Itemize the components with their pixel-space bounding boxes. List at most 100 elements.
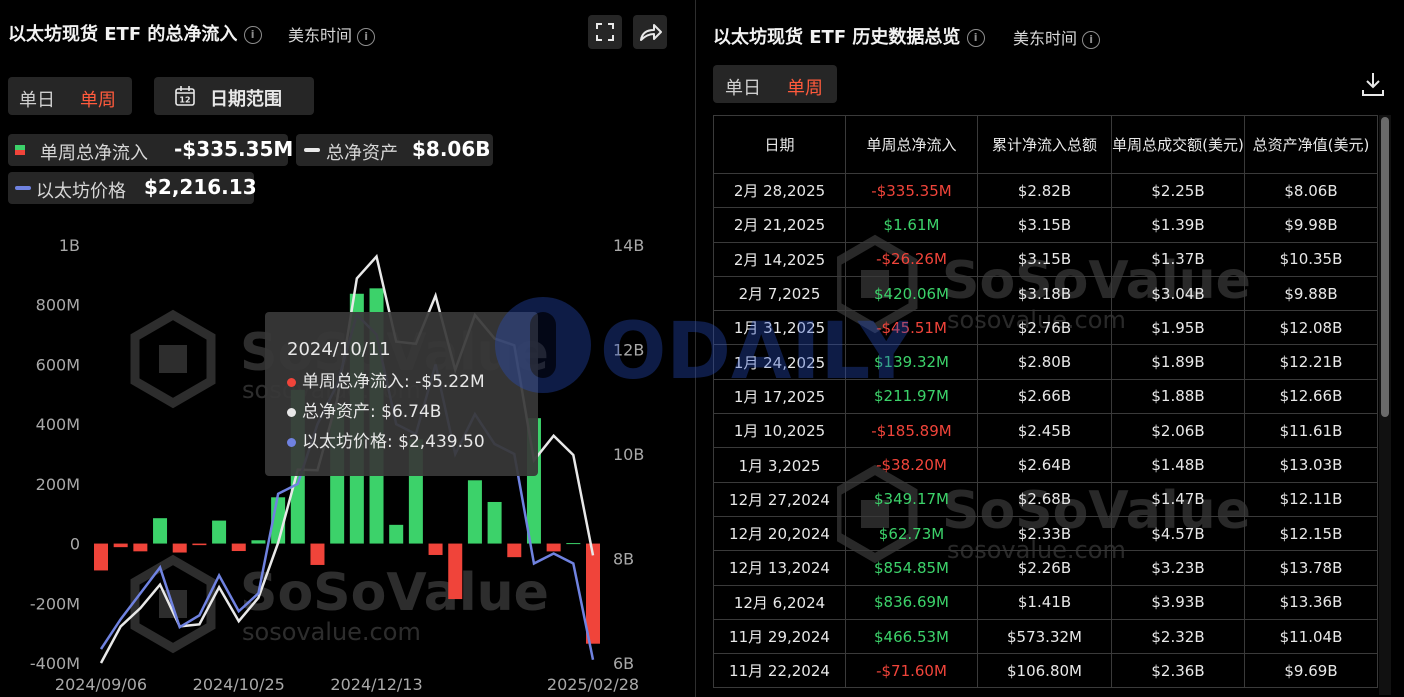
table-cell: $12.08B xyxy=(1244,310,1378,346)
table-cell: $2.45B xyxy=(977,413,1112,449)
bar-2024/11/22[interactable] xyxy=(310,543,325,565)
table-row[interactable]: 11月 29,2024 $466.53M $573.32M $2.32B $11.04B xyxy=(713,618,1378,655)
table-row[interactable]: 1月 3,2025 -$38.20M $2.64B $1.48B $13.03B xyxy=(713,447,1378,483)
table-cell: $2.64B xyxy=(977,447,1112,483)
table-cell: $3.15B xyxy=(977,241,1112,277)
table-cell: 2月 14,2025 xyxy=(713,241,846,277)
table-cell: $2.25B xyxy=(1111,172,1245,209)
column-header[interactable]: 总资产净值(美元) xyxy=(1244,115,1378,174)
table-cell: $1.39B xyxy=(1111,207,1245,243)
table-row[interactable]: 1月 17,2025 $211.97M $2.66B $1.88B $12.66B xyxy=(713,378,1378,415)
table-cell: $3.15B xyxy=(977,207,1112,243)
table-row[interactable]: 1月 10,2025 -$185.89M $2.45B $2.06B $11.61B xyxy=(713,413,1378,449)
table-cell: $2.32B xyxy=(1111,618,1245,655)
bar-2024/09/20[interactable] xyxy=(133,543,148,552)
y-left-tick: -400M xyxy=(30,654,80,673)
table-row[interactable]: 1月 31,2025 -$45.51M $2.76B $1.95B $12.08B xyxy=(713,310,1378,346)
tooltip-value: $6.74B xyxy=(381,402,442,422)
bar-2024/11/01[interactable] xyxy=(251,540,266,544)
table-cell: $9.69B xyxy=(1244,653,1378,689)
table-cell: $1.61M xyxy=(845,207,978,243)
bar-2025/01/31[interactable] xyxy=(507,543,522,558)
tab-day[interactable]: 单日 xyxy=(725,74,761,100)
table-cell: $2.80B xyxy=(977,344,1112,380)
scrollbar-thumb[interactable] xyxy=(1381,117,1389,417)
tab-week[interactable]: 单周 xyxy=(787,74,823,100)
bar-2024/10/04[interactable] xyxy=(172,543,187,553)
tooltip-value: -$5.22M xyxy=(415,372,485,392)
table-row[interactable]: 2月 21,2025 $1.61M $3.15B $1.39B $9.98B xyxy=(713,207,1378,243)
table-title-text: 以太坊现货 ETF 历史数据总览 xyxy=(713,27,961,48)
x-axis: 2024/09/06 2024/10/25 2024/12/13 2025/02/28 xyxy=(55,675,639,694)
table-row[interactable]: 12月 13,2024 $854.85M $2.26B $3.23B $13.78B xyxy=(713,550,1378,586)
table-cell: $11.04B xyxy=(1244,618,1378,655)
table-row[interactable]: 2月 28,2025 -$335.35M $2.82B $2.25B $8.06B xyxy=(713,172,1378,209)
table-cell: 1月 10,2025 xyxy=(713,413,846,449)
table-row[interactable]: 2月 7,2025 $420.06M $3.18B $3.04B $9.88B xyxy=(713,275,1378,312)
table-scrollbar[interactable] xyxy=(1379,115,1391,695)
info-icon[interactable]: i xyxy=(1082,30,1101,49)
bar-2024/09/13[interactable] xyxy=(113,543,128,548)
y-axis-right: 14B 12B 10B 8B 6B xyxy=(613,236,644,673)
info-icon[interactable]: i xyxy=(966,29,985,47)
table-row[interactable]: 12月 6,2024 $836.69M $1.41B $3.93B $13.36B xyxy=(713,584,1378,620)
bar-2024/10/11[interactable] xyxy=(192,543,207,546)
history-table: 日期 单周总净流入 累计净流入总额 单周总成交额(美元) 总资产净值(美元) 2月 28… xyxy=(713,115,1378,689)
table-cell: $1.95B xyxy=(1111,310,1245,346)
table-row[interactable]: 12月 20,2024 $62.73M $2.33B $4.57B $12.15B xyxy=(713,515,1378,552)
table-cell: -$45.51M xyxy=(845,310,978,346)
x-tick: 2024/09/06 xyxy=(55,675,147,694)
bar-2025/01/24[interactable] xyxy=(487,501,502,544)
table-cell: $10.35B xyxy=(1244,241,1378,277)
bar-2024/09/06[interactable] xyxy=(94,543,108,571)
table-cell: $2.33B xyxy=(977,515,1112,552)
table-row[interactable]: 1月 24,2025 $139.32M $2.80B $1.89B $12.21B xyxy=(713,344,1378,380)
table-row[interactable]: 2月 14,2025 -$26.26M $3.15B $1.37B $10.35B xyxy=(713,241,1378,277)
table-row[interactable]: 11月 22,2024 -$71.60M $106.80M $2.36B $9.69B xyxy=(713,653,1378,689)
bar-2025/02/28[interactable] xyxy=(586,543,600,644)
y-right-tick: 12B xyxy=(613,341,644,360)
table-cell: $2.82B xyxy=(977,172,1112,209)
table-cell: $8.06B xyxy=(1244,172,1378,209)
y-left-tick: 800M xyxy=(36,296,80,315)
table-cell: $1.47B xyxy=(1111,481,1245,517)
bar-2025/01/03[interactable] xyxy=(428,543,443,555)
table-cell: 2月 21,2025 xyxy=(713,207,846,243)
tooltip-dot xyxy=(287,377,296,387)
timezone-label: 美东时间 i xyxy=(1013,25,1101,49)
y-left-tick: 400M xyxy=(36,415,80,434)
table-cell: 12月 13,2024 xyxy=(713,550,846,586)
bar-2024/10/18[interactable] xyxy=(212,520,227,544)
bar-2024/10/25[interactable] xyxy=(231,543,246,552)
column-header[interactable]: 单周总成交额(美元) xyxy=(1111,115,1245,174)
table-cell: 2月 7,2025 xyxy=(713,275,846,312)
table-cell: -$335.35M xyxy=(845,172,978,209)
table-cell: 1月 3,2025 xyxy=(713,447,846,483)
table-row[interactable]: 12月 27,2024 $349.17M $2.68B $1.47B $12.11B xyxy=(713,481,1378,517)
table-cell: $13.03B xyxy=(1244,447,1378,483)
table-cell: $420.06M xyxy=(845,275,978,312)
column-header[interactable]: 日期 xyxy=(713,115,846,174)
bar-2025/01/17[interactable] xyxy=(467,480,482,544)
column-header[interactable]: 单周总净流入 xyxy=(845,115,978,174)
download-icon[interactable] xyxy=(1359,70,1387,98)
table-cell: $349.17M xyxy=(845,481,978,517)
tooltip-row: 单周总净流入: -$5.22M xyxy=(287,367,485,392)
bar-2025/01/10[interactable] xyxy=(448,543,463,600)
table-cell: $139.32M xyxy=(845,344,978,380)
tooltip-value: $2,439.50 xyxy=(398,432,485,452)
watermark-url: sosovalue.com xyxy=(242,618,421,646)
table-cell: $3.23B xyxy=(1111,550,1245,586)
table-cell: -$185.89M xyxy=(845,413,978,449)
table-cell: 1月 24,2025 xyxy=(713,344,846,380)
tooltip-label: 单周总净流入: xyxy=(302,372,416,392)
column-header[interactable]: 累计净流入总额 xyxy=(977,115,1112,174)
bar-2025/02/21[interactable] xyxy=(566,543,581,545)
table-cell: $2.26B xyxy=(977,550,1112,586)
bar-2025/02/14[interactable] xyxy=(546,543,561,552)
bar-2024/09/27[interactable] xyxy=(153,518,168,544)
bar-2024/12/20[interactable] xyxy=(389,524,404,544)
table-cell: $12.15B xyxy=(1244,515,1378,552)
y-axis-left: 1B 800M 600M 400M 200M 0 -200M -400M xyxy=(30,236,80,673)
table-cell: $2.06B xyxy=(1111,413,1245,449)
